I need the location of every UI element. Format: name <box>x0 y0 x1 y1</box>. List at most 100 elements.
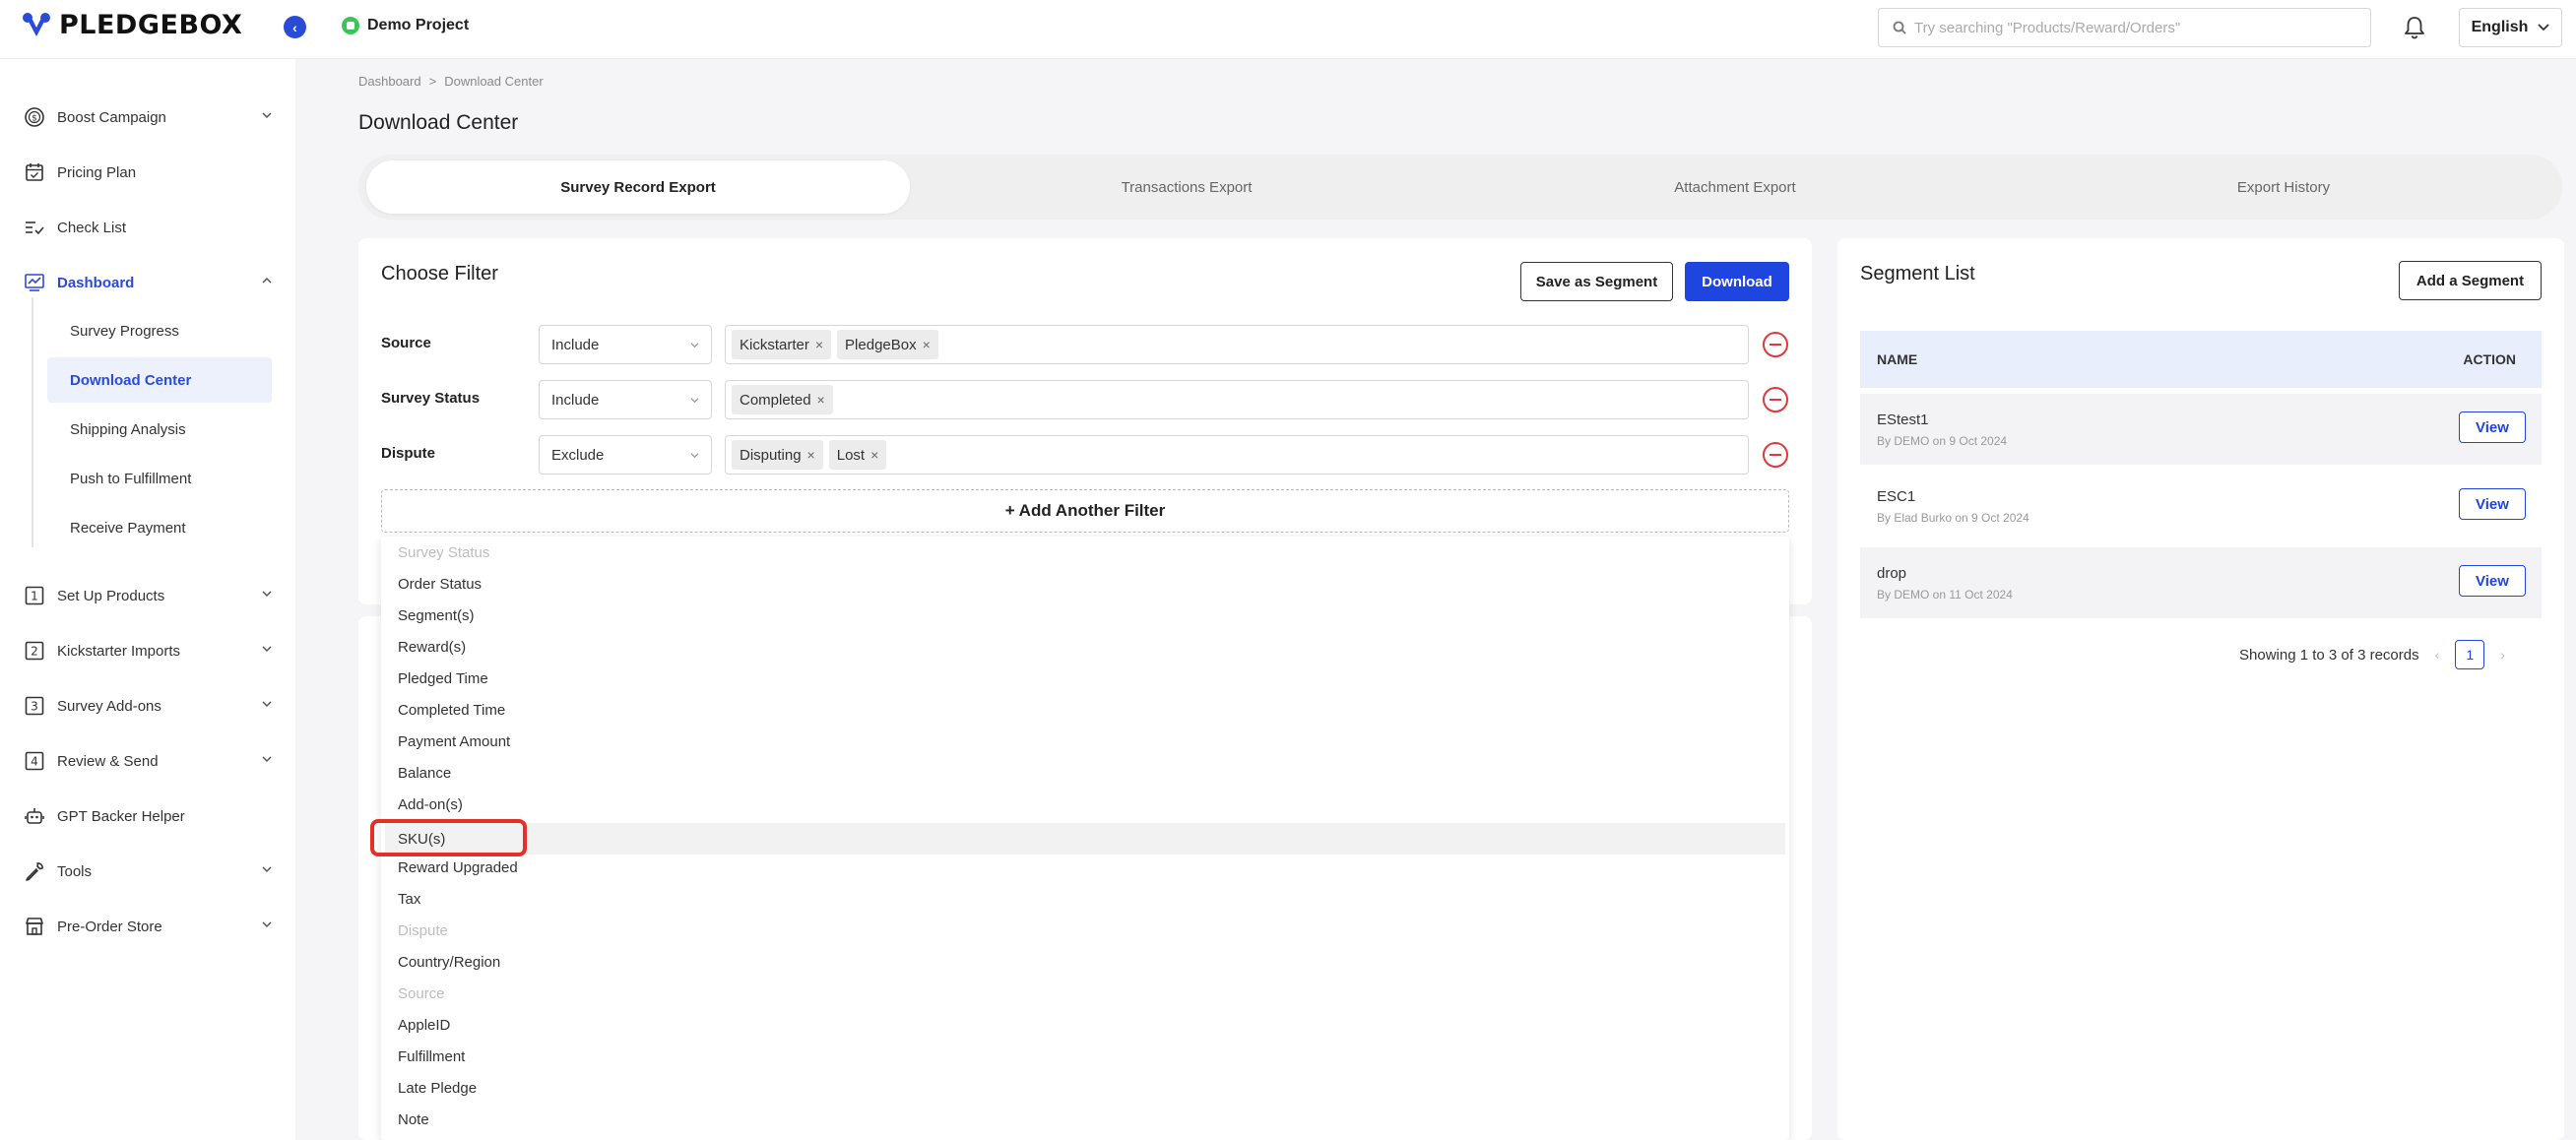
view-segment-button[interactable]: View <box>2459 488 2526 520</box>
filter-mode-select[interactable]: Include <box>539 325 712 364</box>
tab-transactions-export[interactable]: Transactions Export <box>915 160 1458 214</box>
project-icon <box>342 17 359 34</box>
sidebar-item-kickstarter-imports[interactable]: 2 Kickstarter Imports <box>24 636 272 665</box>
dropdown-option[interactable]: Completed Time <box>381 694 1789 726</box>
sidebar-item-tools[interactable]: Tools <box>24 856 272 886</box>
search-box[interactable]: Try searching "Products/Reward/Orders" <box>1878 8 2371 47</box>
view-segment-button[interactable]: View <box>2459 412 2526 443</box>
filter-mode-value: Exclude <box>551 446 605 464</box>
dropdown-option[interactable]: Pledged Time <box>381 663 1789 694</box>
chevron-down-icon <box>690 343 699 348</box>
sidebar-item-boost-campaign[interactable]: $ Boost Campaign <box>24 102 272 132</box>
top-bar: PLEDGEBOX ‹ Demo Project Try searching "… <box>0 0 2576 59</box>
tag-remove-icon[interactable]: × <box>807 447 815 463</box>
dropdown-option[interactable]: Tax <box>381 883 1789 915</box>
dropdown-option[interactable]: Payment Amount <box>381 726 1789 757</box>
sidebar-item-review-send[interactable]: 4 Review & Send <box>24 746 272 776</box>
tab-attachment-export[interactable]: Attachment Export <box>1463 160 2007 214</box>
filter-type-dropdown: Survey Status Order Status Segment(s) Re… <box>381 537 1789 1140</box>
tag-label: Completed <box>740 391 811 409</box>
dropdown-option[interactable]: Balance <box>381 757 1789 789</box>
sidebar-item-dashboard[interactable]: Dashboard <box>24 268 272 297</box>
remove-filter-icon[interactable] <box>1763 332 1788 357</box>
sidebar-subitem-push-to-fulfillment[interactable]: Push to Fulfillment <box>47 456 272 501</box>
svg-text:3: 3 <box>31 700 38 714</box>
sidebar-item-label: GPT Backer Helper <box>57 807 185 825</box>
filter-mode-value: Include <box>551 391 600 409</box>
filter-tag-input[interactable]: Completed × <box>725 380 1749 419</box>
sidebar-item-pre-order-store[interactable]: Pre-Order Store <box>24 912 272 941</box>
next-page-icon[interactable]: › <box>2500 647 2505 663</box>
project-name: Demo Project <box>367 17 470 33</box>
sidebar-subitem-label: Push to Fulfillment <box>70 470 192 487</box>
filter-tag: Lost × <box>828 440 887 470</box>
sidebar-subitem-shipping-analysis[interactable]: Shipping Analysis <box>47 407 272 452</box>
breadcrumb-current: Download Center <box>444 74 544 89</box>
page-number-button[interactable]: 1 <box>2455 640 2485 669</box>
sidebar-item-gpt-backer-helper[interactable]: GPT Backer Helper <box>24 801 272 831</box>
dropdown-option[interactable]: Reward(s) <box>381 631 1789 663</box>
add-another-filter-button[interactable]: + Add Another Filter <box>381 489 1789 533</box>
dropdown-option[interactable]: Reward Upgraded <box>381 852 1789 883</box>
option-label: Pledged Time <box>398 669 488 687</box>
dropdown-option[interactable]: Order Status <box>381 568 1789 600</box>
sidebar-subitem-survey-progress[interactable]: Survey Progress <box>47 308 272 353</box>
plus-icon: + <box>1004 501 1015 520</box>
search-input[interactable]: Try searching "Products/Reward/Orders" <box>1914 20 2180 36</box>
language-selector[interactable]: English <box>2459 8 2562 47</box>
filter-tag-input[interactable]: Disputing × Lost × <box>725 435 1749 475</box>
segment-card-title: Segment List <box>1860 263 1975 285</box>
filter-mode-value: Include <box>551 336 600 353</box>
dropdown-option[interactable]: Add-on(s) <box>381 789 1789 820</box>
dropdown-option[interactable]: Late Pledge <box>381 1072 1789 1104</box>
tab-label: Survey Record Export <box>560 178 716 196</box>
prev-page-icon[interactable]: ‹ <box>2435 647 2440 663</box>
filter-tag-input[interactable]: Kickstarter × PledgeBox × <box>725 325 1749 364</box>
option-label: Payment Amount <box>398 732 511 750</box>
remove-filter-icon[interactable] <box>1763 442 1788 468</box>
dropdown-option[interactable]: Segment(s) <box>381 600 1789 631</box>
add-segment-button[interactable]: Add a Segment <box>2399 261 2542 300</box>
save-as-segment-button[interactable]: Save as Segment <box>1520 262 1673 301</box>
option-label: Reward(s) <box>398 638 467 656</box>
project-selector[interactable]: Demo Project <box>342 17 469 34</box>
tag-remove-icon[interactable]: × <box>815 337 823 352</box>
filter-mode-select[interactable]: Exclude <box>539 435 712 475</box>
sidebar-item-check-list[interactable]: Check List <box>24 213 272 242</box>
tab-export-history[interactable]: Export History <box>2012 160 2555 214</box>
sidebar-subitem-download-center[interactable]: Download Center <box>47 357 272 403</box>
sidebar-item-set-up-products[interactable]: 1 Set Up Products <box>24 581 272 610</box>
dropdown-option-sku[interactable]: SKU(s) <box>385 823 1785 855</box>
sidebar-item-pricing-plan[interactable]: Pricing Plan <box>24 158 272 187</box>
dropdown-option[interactable]: AppleID <box>381 1009 1789 1041</box>
breadcrumb-root[interactable]: Dashboard <box>358 74 421 89</box>
sidebar-subitem-receive-payment[interactable]: Receive Payment <box>47 505 272 550</box>
pledgebox-logo-icon <box>23 12 50 36</box>
sidebar-item-label: Review & Send <box>57 752 159 770</box>
dropdown-option[interactable]: Fulfillment <box>381 1041 1789 1072</box>
step-2-icon: 2 <box>24 640 45 662</box>
tag-remove-icon[interactable]: × <box>817 392 825 408</box>
sidebar-item-label: Check List <box>57 219 127 236</box>
remove-filter-icon[interactable] <box>1763 387 1788 412</box>
sidebar-item-survey-add-ons[interactable]: 3 Survey Add-ons <box>24 691 272 721</box>
bell-icon[interactable] <box>2403 15 2426 40</box>
dollar-circle-icon: $ <box>24 106 45 128</box>
option-label: Balance <box>398 764 452 782</box>
chevron-down-icon <box>262 866 272 873</box>
search-icon <box>1893 21 1906 34</box>
dropdown-option[interactable]: Note <box>381 1104 1789 1135</box>
dropdown-option[interactable]: Country/Region <box>381 946 1789 978</box>
tag-remove-icon[interactable]: × <box>870 447 878 463</box>
tab-label: Export History <box>2236 178 2331 196</box>
download-button[interactable]: Download <box>1685 262 1789 301</box>
filter-mode-select[interactable]: Include <box>539 380 712 419</box>
collapse-sidebar-button[interactable]: ‹ <box>284 16 306 38</box>
chevron-down-icon <box>262 591 272 598</box>
tag-label: Lost <box>836 446 866 464</box>
view-segment-button[interactable]: View <box>2459 565 2526 597</box>
segment-row: drop By DEMO on 11 Oct 2024 View <box>1860 547 2542 618</box>
logo[interactable]: PLEDGEBOX <box>22 10 242 40</box>
tag-remove-icon[interactable]: × <box>923 337 931 352</box>
tab-survey-record-export[interactable]: Survey Record Export <box>366 160 910 214</box>
